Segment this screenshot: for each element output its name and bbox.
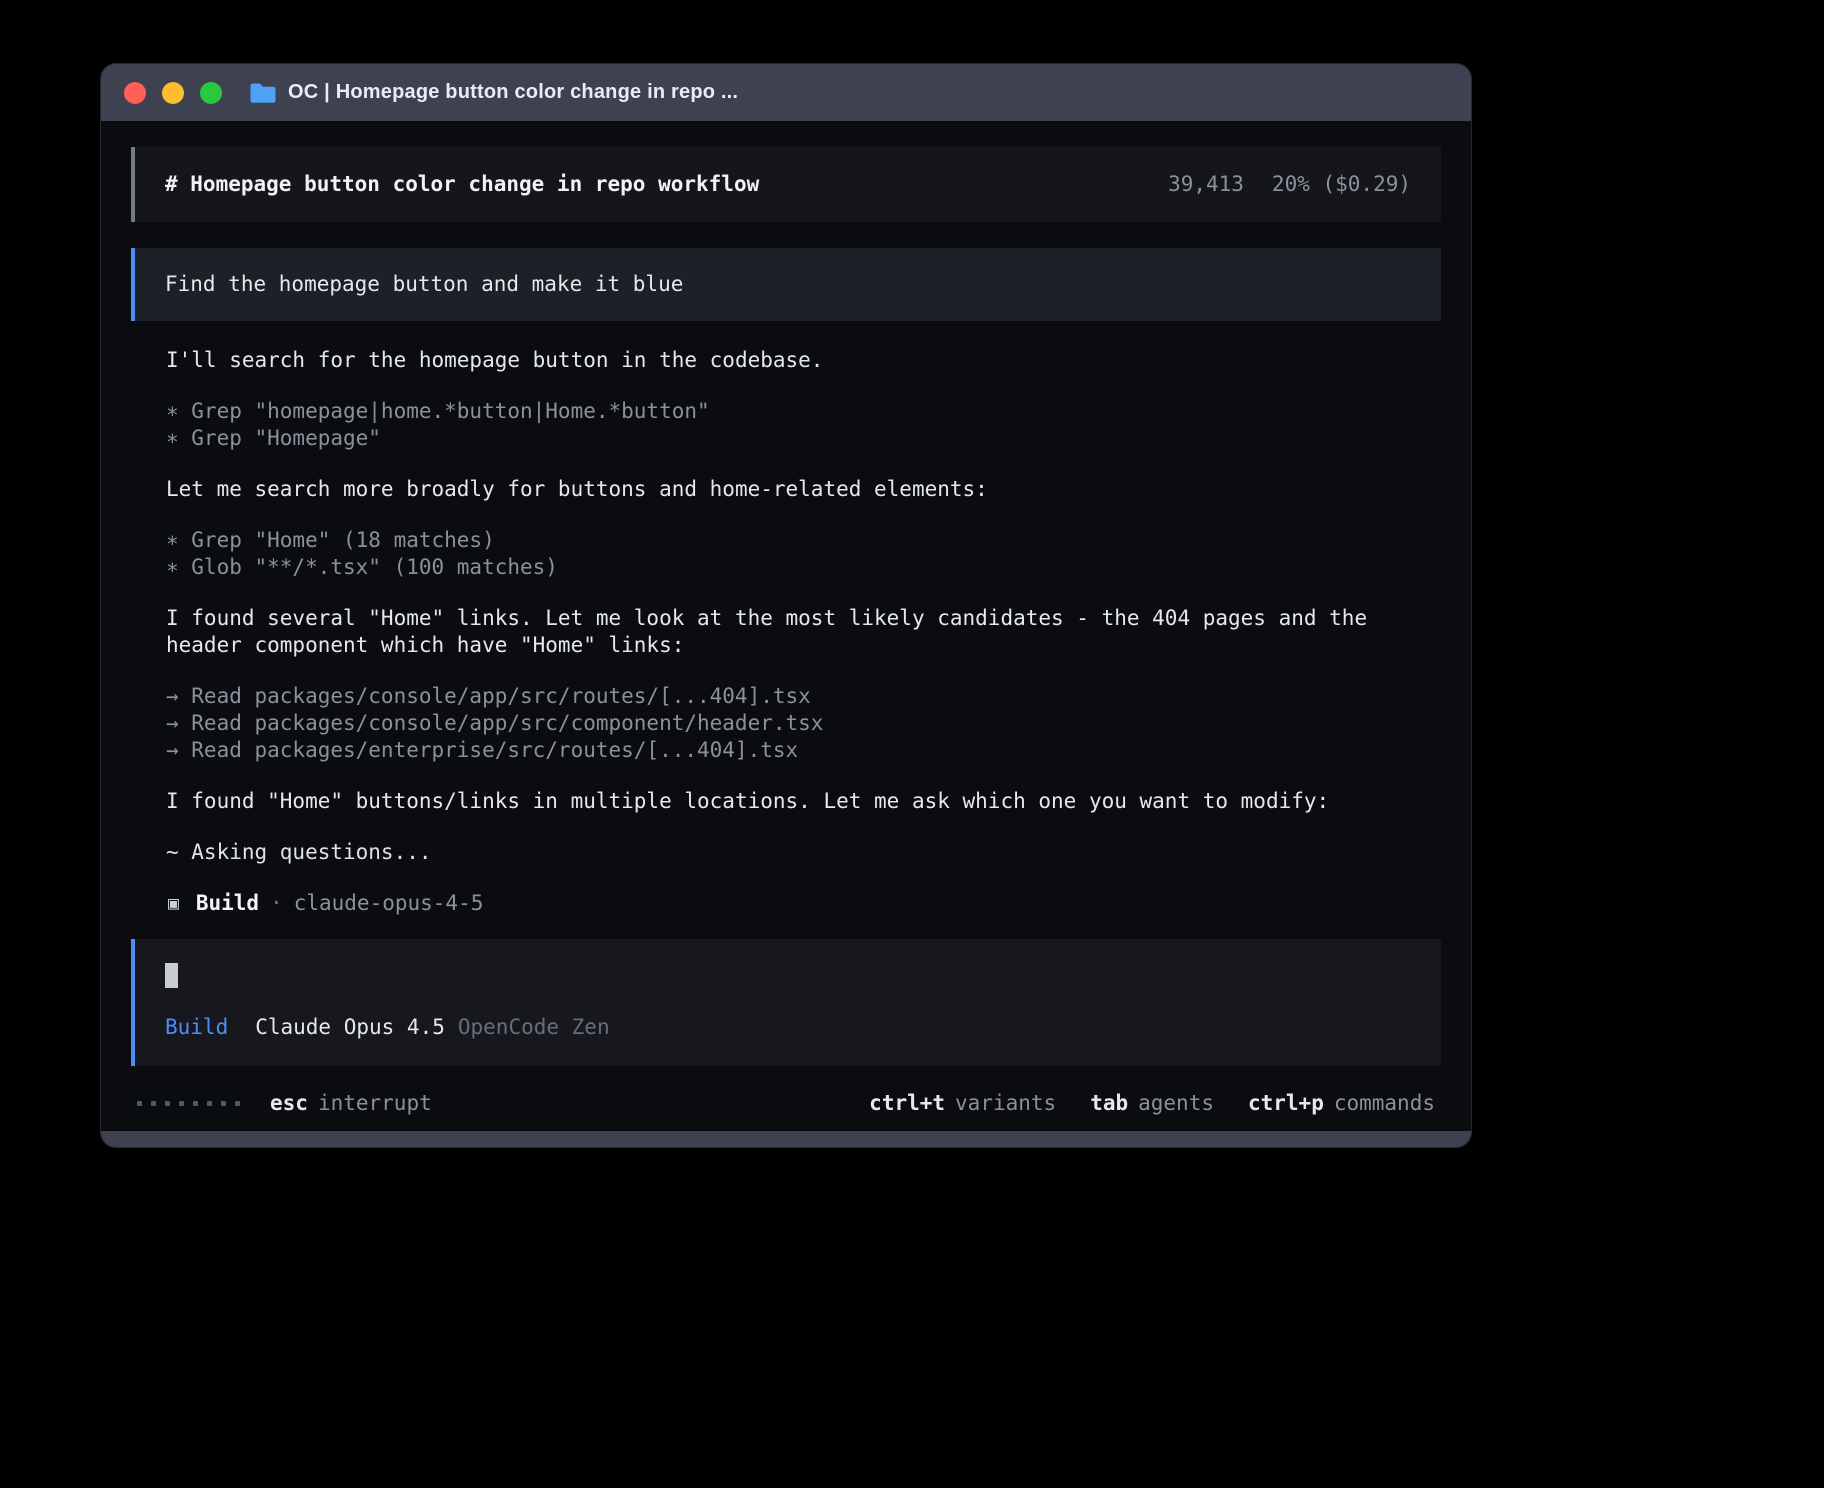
session-header: # Homepage button color change in repo w… bbox=[131, 147, 1441, 222]
tool-call-label: Read packages/console/app/src/component/… bbox=[191, 710, 823, 737]
tool-call-label: Read packages/enterprise/src/routes/[...… bbox=[191, 737, 798, 764]
status-right: ctrl+t variants tab agents ctrl+p comman… bbox=[869, 1090, 1435, 1117]
asking-questions-status: ~Asking questions... bbox=[166, 839, 1406, 866]
folder-icon bbox=[249, 82, 276, 103]
prompt-input[interactable]: Build Claude Opus 4.5 OpenCode Zen bbox=[131, 939, 1441, 1066]
model-label: Claude Opus 4.5 bbox=[255, 1014, 445, 1041]
agent-square-icon: ▣ bbox=[168, 890, 179, 917]
agent-info-line: ▣ Build · claude-opus-4-5 bbox=[168, 890, 1406, 917]
terminal-window: OC | Homepage button color change in rep… bbox=[100, 63, 1472, 1148]
tool-call-group: →Read packages/console/app/src/routes/[.… bbox=[166, 683, 1406, 764]
close-button[interactable] bbox=[124, 82, 146, 104]
agent-model: claude-opus-4-5 bbox=[294, 890, 484, 917]
assistant-message: I'll search for the homepage button in t… bbox=[166, 347, 1406, 374]
tool-call-read: →Read packages/console/app/src/routes/[.… bbox=[166, 683, 1406, 710]
traffic-lights bbox=[124, 82, 222, 104]
tool-call-grep: ∗Grep "Home" (18 matches) bbox=[166, 527, 1406, 554]
label-interrupt: interrupt bbox=[318, 1090, 432, 1117]
agent-name: Build bbox=[196, 890, 259, 917]
context-usage: 20% ($0.29) bbox=[1272, 171, 1411, 198]
tool-call-grep: ∗Grep "Homepage" bbox=[166, 425, 1406, 452]
key-esc: esc bbox=[270, 1090, 308, 1117]
assistant-message: Let me search more broadly for buttons a… bbox=[166, 476, 1406, 503]
tool-call-read: →Read packages/console/app/src/component… bbox=[166, 710, 1406, 737]
window-title: OC | Homepage button color change in rep… bbox=[288, 81, 738, 104]
key-ctrl-t: ctrl+t bbox=[869, 1090, 945, 1117]
label-variants: variants bbox=[955, 1090, 1056, 1117]
tool-call-label: Grep "Homepage" bbox=[191, 425, 381, 452]
tool-bullet-icon: ∗ bbox=[166, 554, 191, 581]
status-text: Asking questions... bbox=[191, 839, 431, 866]
label-commands: commands bbox=[1334, 1090, 1435, 1117]
maximize-button[interactable] bbox=[200, 82, 222, 104]
tool-call-group: ∗Grep "Home" (18 matches) ∗Glob "**/*.ts… bbox=[166, 527, 1406, 581]
token-count: 39,413 bbox=[1168, 171, 1244, 198]
mode-label[interactable]: Build bbox=[165, 1014, 228, 1041]
window-bottom-edge bbox=[101, 1131, 1471, 1147]
key-ctrl-p: ctrl+p bbox=[1248, 1090, 1324, 1117]
tool-call-grep: ∗Grep "homepage|home.*button|Home.*butto… bbox=[166, 398, 1406, 425]
provider-label: OpenCode Zen bbox=[458, 1014, 610, 1041]
assistant-message: I found "Home" buttons/links in multiple… bbox=[166, 788, 1406, 815]
text-cursor bbox=[165, 963, 178, 988]
tool-call-read: →Read packages/enterprise/src/routes/[..… bbox=[166, 737, 1406, 764]
tool-call-label: Read packages/console/app/src/routes/[..… bbox=[191, 683, 811, 710]
user-message-text: Find the homepage button and make it blu… bbox=[165, 272, 683, 296]
user-message: Find the homepage button and make it blu… bbox=[131, 248, 1441, 321]
window-titlebar[interactable]: OC | Homepage button color change in rep… bbox=[101, 64, 1471, 121]
tool-bullet-icon: ∗ bbox=[166, 398, 191, 425]
session-meta: 39,413 20% ($0.29) bbox=[1168, 171, 1411, 198]
arrow-right-icon: → bbox=[166, 710, 191, 737]
progress-spinner bbox=[137, 1101, 240, 1106]
tool-call-label: Glob "**/*.tsx" (100 matches) bbox=[191, 554, 558, 581]
tool-call-label: Grep "homepage|home.*button|Home.*button… bbox=[191, 398, 709, 425]
tool-call-group: ∗Grep "homepage|home.*button|Home.*butto… bbox=[166, 398, 1406, 452]
shortcut-agents: tab agents bbox=[1090, 1090, 1214, 1117]
tool-bullet-icon: ∗ bbox=[166, 527, 191, 554]
shortcut-interrupt: esc interrupt bbox=[270, 1090, 432, 1117]
tool-bullet-icon: ∗ bbox=[166, 425, 191, 452]
tool-call-glob: ∗Glob "**/*.tsx" (100 matches) bbox=[166, 554, 1406, 581]
label-agents: agents bbox=[1138, 1090, 1214, 1117]
status-left: esc interrupt bbox=[137, 1090, 432, 1117]
shortcut-commands: ctrl+p commands bbox=[1248, 1090, 1435, 1117]
tilde-icon: ~ bbox=[166, 839, 191, 866]
separator-dot: · bbox=[270, 890, 283, 917]
conversation-transcript: I'll search for the homepage button in t… bbox=[131, 321, 1441, 917]
input-meta-row: Build Claude Opus 4.5 OpenCode Zen bbox=[165, 1014, 1411, 1041]
arrow-right-icon: → bbox=[166, 683, 191, 710]
tool-call-label: Grep "Home" (18 matches) bbox=[191, 527, 494, 554]
minimize-button[interactable] bbox=[162, 82, 184, 104]
status-bar: esc interrupt ctrl+t variants tab agents… bbox=[131, 1075, 1441, 1131]
shortcut-variants: ctrl+t variants bbox=[869, 1090, 1056, 1117]
arrow-right-icon: → bbox=[166, 737, 191, 764]
session-title: # Homepage button color change in repo w… bbox=[165, 171, 759, 198]
terminal-content: # Homepage button color change in repo w… bbox=[101, 121, 1471, 1131]
key-tab: tab bbox=[1090, 1090, 1128, 1117]
assistant-message: I found several "Home" links. Let me loo… bbox=[166, 605, 1406, 659]
